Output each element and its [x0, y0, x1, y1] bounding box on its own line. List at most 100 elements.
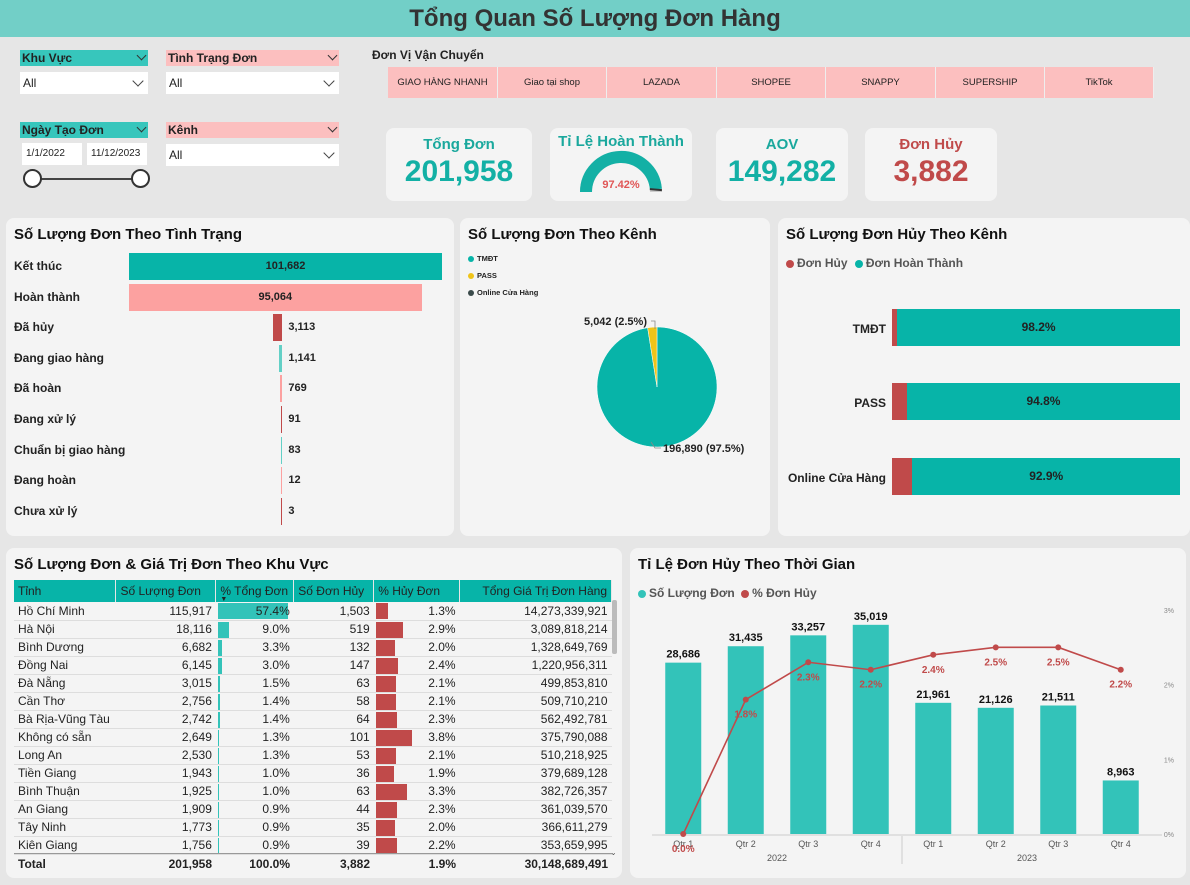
orders-bar[interactable] — [1040, 705, 1077, 834]
cell-orders: 1,943 — [115, 764, 216, 783]
channel-dropdown[interactable]: All — [166, 144, 339, 166]
table-row[interactable]: Long An 2,530 1.3% 53 2.1% 510,218,925 — [14, 746, 612, 765]
pct-total-label: 3.0% — [262, 658, 290, 672]
cancel-rate-point[interactable] — [742, 696, 749, 703]
orders-bar[interactable] — [852, 624, 889, 834]
region-dropdown[interactable]: All — [20, 72, 148, 94]
start-date-input[interactable]: 1/1/2022 — [22, 143, 82, 165]
carrier-button-supership[interactable]: SUPERSHIP — [936, 67, 1045, 98]
col-header-cancel[interactable]: Số Đơn Hủy — [293, 580, 375, 602]
cancel-rate-point[interactable] — [680, 831, 687, 837]
cell-province: Hà Nội — [14, 620, 116, 639]
region-table-scroll[interactable]: Tỉnh Số Lượng Đơn % Tổng Đơn ▼ Số Đơn Hủy… — [14, 580, 612, 872]
cell-pct-total: 0.9% — [215, 800, 294, 819]
col-header-orders[interactable]: Số Lượng Đơn — [115, 580, 217, 602]
total-cancel: 3,882 — [339, 857, 370, 871]
legend-item-complete[interactable]: Đơn Hoàn Thành — [854, 256, 963, 270]
gauge-target-marker — [649, 188, 662, 192]
channel-slicer-header[interactable]: Kênh — [166, 122, 339, 138]
pct-cancel-databar — [375, 747, 396, 764]
status-bar[interactable] — [278, 344, 283, 372]
table-row[interactable]: Đồng Nai 6,145 3.0% 147 2.4% 1,220,956,311 — [14, 656, 612, 675]
complete-bar-segment[interactable]: 94.8% — [906, 383, 1180, 420]
table-row[interactable]: Bà Rịa-Vũng Tàu 2,742 1.4% 64 2.3% 562,492,78… — [14, 710, 612, 729]
complete-bar-segment[interactable]: 92.9% — [912, 458, 1180, 495]
orders-bar[interactable] — [915, 702, 952, 834]
cancel-bar-segment[interactable] — [892, 383, 907, 420]
pct-cancel-label: 3.8% — [428, 730, 456, 744]
legend-dot — [786, 259, 794, 268]
cancel-channel-panel: Số Lượng Đơn Hủy Theo Kênh Đơn Hủy Đơn H… — [778, 218, 1190, 536]
region-table: Tỉnh Số Lượng Đơn % Tổng Đơn ▼ Số Đơn Hủy… — [14, 580, 612, 855]
table-row[interactable]: Tiền Giang 1,943 1.0% 36 1.9% 379,689,128 — [14, 764, 612, 783]
cancel-rate-point[interactable] — [1117, 666, 1124, 673]
orders-bar[interactable] — [727, 646, 764, 834]
carrier-button-snappy[interactable]: SNAPPY — [826, 67, 936, 98]
table-scrollbar-thumb[interactable] — [612, 600, 617, 654]
status-bar[interactable] — [280, 406, 283, 433]
kpi-cancelled-value: 3,882 — [893, 155, 969, 188]
status-bar[interactable] — [272, 314, 283, 342]
legend-item-cancel[interactable]: Đơn Hủy — [786, 256, 848, 270]
status-bar[interactable] — [280, 497, 283, 525]
col-header-pct-total-label: % Tổng Đơn — [220, 584, 289, 598]
status-panel: Số Lượng Đơn Theo Tình Trạng Kết thúc 101… — [6, 218, 454, 536]
pct-cancel-label: 2.1% — [428, 694, 456, 708]
region-table-title: Số Lượng Đơn & Giá Trị Đơn Theo Khu Vực — [14, 556, 329, 573]
carrier-button-shopee[interactable]: SHOPEE — [717, 67, 826, 98]
col-header-pct-cancel[interactable]: % Hủy Đơn — [373, 580, 461, 602]
status-value: 101,682 — [265, 260, 306, 272]
y2-tick-label: 1% — [1164, 757, 1174, 764]
end-date-input[interactable]: 11/12/2023 — [87, 143, 147, 165]
carrier-button-tiktok[interactable]: TikTok — [1045, 67, 1154, 98]
cancel-rate-point[interactable] — [992, 644, 999, 651]
orders-bar-label: 28,686 — [666, 649, 700, 661]
cell-pct-cancel: 2.9% — [373, 620, 460, 639]
carrier-button-shop[interactable]: Giao tại shop — [498, 67, 607, 98]
table-row[interactable]: Bình Thuận 1,925 1.0% 63 3.3% 382,726,357 — [14, 782, 612, 801]
col-header-province[interactable]: Tỉnh — [14, 580, 117, 602]
table-row[interactable]: An Giang 1,909 0.9% 44 2.3% 361,039,570 — [14, 800, 612, 819]
cancel-rate-point[interactable] — [1055, 644, 1062, 651]
table-row[interactable]: Không có sẵn 2,649 1.3% 101 3.8% 375,790,088 — [14, 728, 612, 747]
status-bar[interactable] — [280, 436, 283, 464]
gauge-value: 97.42% — [602, 179, 640, 191]
status-dropdown[interactable]: All — [166, 72, 339, 94]
cell-cancel: 35 — [293, 818, 374, 837]
date-slicer-header[interactable]: Ngày Tạo Đơn — [20, 122, 148, 138]
status-bar[interactable] — [280, 375, 283, 403]
cancel-channel-label: Online Cửa Hàng — [787, 471, 886, 485]
orders-bar[interactable] — [1102, 780, 1139, 834]
cell-cancel: 63 — [293, 674, 374, 693]
cancel-rate-point[interactable] — [930, 651, 937, 658]
cancel-rate-point[interactable] — [805, 659, 812, 666]
orders-bar[interactable] — [977, 707, 1014, 834]
total-pct-cancel: 1.9% — [428, 857, 456, 871]
cancel-rate-label: 2.5% — [984, 657, 1007, 668]
table-row[interactable]: Bình Dương 6,682 3.3% 132 2.0% 1,328,649,769 — [14, 638, 612, 657]
date-range-end-handle[interactable] — [131, 169, 150, 188]
table-row[interactable]: Đà Nẵng 3,015 1.5% 63 2.1% 499,853,810 — [14, 674, 612, 693]
cancel-bar-segment[interactable] — [892, 458, 913, 495]
complete-bar-segment[interactable]: 98.2% — [897, 309, 1180, 346]
cancel-rate-label: 2.2% — [1109, 680, 1132, 691]
cancel-rate-point[interactable] — [867, 666, 874, 673]
col-header-pct-total[interactable]: % Tổng Đơn ▼ — [215, 580, 295, 603]
status-slicer-header[interactable]: Tình Trạng Đơn — [166, 50, 339, 66]
cell-orders: 2,649 — [115, 728, 216, 747]
table-row[interactable]: Hồ Chí Minh 115,917 57.4% 1,503 1.3% 14,273,3… — [14, 602, 612, 621]
table-row[interactable]: Tây Ninh 1,773 0.9% 35 2.0% 366,611,279 — [14, 818, 612, 837]
region-slicer-header[interactable]: Khu Vực — [20, 50, 148, 66]
col-header-value[interactable]: Tổng Giá Trị Đơn Hàng — [459, 580, 612, 602]
cancel-channel-title: Số Lượng Đơn Hủy Theo Kênh — [786, 226, 1008, 243]
table-row[interactable]: Kiên Giang 1,756 0.9% 39 2.2% 353,659,995 — [14, 836, 612, 855]
status-bar[interactable] — [280, 467, 283, 495]
carrier-button-lazada[interactable]: LAZADA — [607, 67, 717, 98]
table-row[interactable]: Hà Nội 18,116 9.0% 519 2.9% 3,089,818,214 — [14, 620, 612, 639]
pct-total-label: 0.9% — [262, 802, 290, 816]
date-range-start-handle[interactable] — [23, 169, 42, 188]
carrier-button-ghn[interactable]: GIAO HÀNG NHANH — [388, 67, 498, 98]
cancel-rate-label: 0.0% — [672, 844, 695, 855]
table-row[interactable]: Cần Thơ 2,756 1.4% 58 2.1% 509,710,210 — [14, 692, 612, 711]
pct-cancel-label: 2.3% — [428, 712, 456, 726]
